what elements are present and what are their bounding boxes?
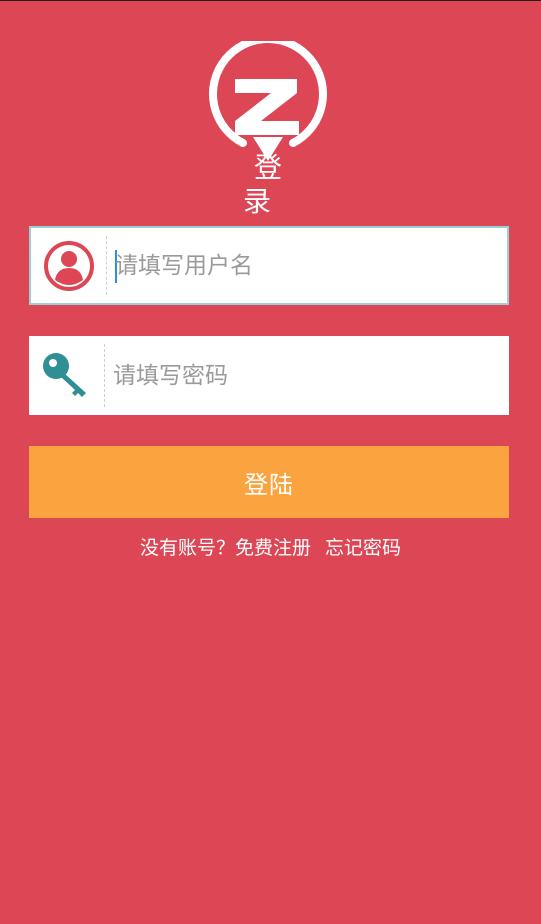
- page-title: 登 录: [242, 151, 304, 218]
- auth-links: 没有账号？免费注册 忘记密码: [0, 534, 541, 562]
- field-divider: [106, 236, 107, 295]
- password-field[interactable]: [29, 336, 509, 415]
- username-field[interactable]: [29, 226, 509, 305]
- username-input[interactable]: [115, 228, 495, 303]
- register-link[interactable]: 没有账号？免费注册: [140, 537, 311, 559]
- forgot-password-link[interactable]: 忘记密码: [325, 537, 401, 559]
- z-pin-logo-icon: [209, 41, 327, 161]
- user-avatar-icon: [31, 228, 107, 303]
- login-screen: 登 录 登陆 没有账号？免费注册忘记密码: [0, 0, 541, 924]
- password-input[interactable]: [113, 336, 493, 415]
- key-icon: [29, 336, 105, 415]
- login-button[interactable]: 登陆: [29, 446, 509, 518]
- field-divider: [104, 344, 105, 407]
